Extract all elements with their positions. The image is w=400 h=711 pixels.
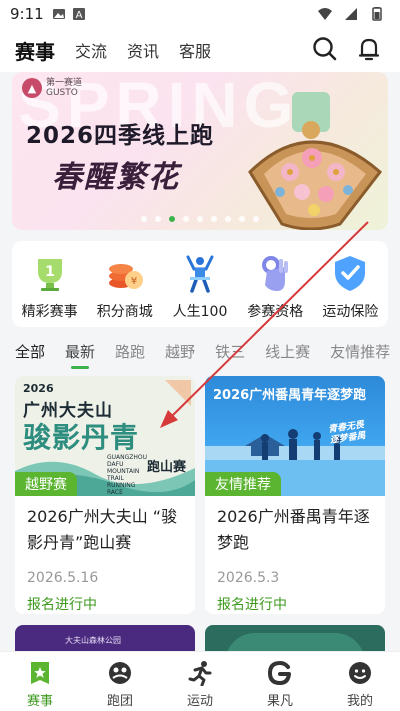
event-status: 报名进行中 <box>27 597 97 613</box>
event-status: 报名进行中 <box>217 597 287 613</box>
guofan-g-icon <box>268 661 291 685</box>
quick-menu: 1 精彩赛事 ¥ 积分商城 人生100 参赛资格 运动保险 <box>12 241 388 327</box>
status-bar: 9:11 A <box>0 0 400 28</box>
nav-item-events[interactable]: 赛事 <box>0 652 80 711</box>
category-tab-recommended[interactable]: 友情推荐 <box>330 341 390 362</box>
category-tab-online[interactable]: 线上赛 <box>265 341 310 362</box>
banner-dot[interactable] <box>225 216 231 222</box>
category-tabs: 全部 最新 路跑 越野 铁三 线上赛 友情推荐 <box>0 333 400 369</box>
banner-dot[interactable] <box>141 216 147 222</box>
nav-label: 跑团 <box>106 694 133 709</box>
banner-dot[interactable] <box>211 216 217 222</box>
quick-item-sports-insurance[interactable]: 运动保险 <box>313 241 388 327</box>
quick-label: 人生100 <box>172 304 228 320</box>
status-time: 9:11 <box>10 5 44 23</box>
runner-figure-icon <box>186 255 214 293</box>
logo-cn: 第一赛道 <box>46 78 83 88</box>
poster-slogan: 骏影丹青 <box>23 421 140 454</box>
signal-icon <box>345 8 357 20</box>
a-notification-icon: A <box>72 8 85 21</box>
svg-text:A: A <box>75 10 82 21</box>
banner-pagination <box>12 216 388 222</box>
svg-text:1: 1 <box>45 264 55 280</box>
event-badge-icon <box>31 662 49 684</box>
nav-label: 赛事 <box>26 694 53 709</box>
category-tab-all[interactable]: 全部 <box>15 341 45 362</box>
wifi-icon <box>318 8 332 20</box>
quick-label: 参赛资格 <box>247 304 304 320</box>
event-tag: 友情推荐 <box>205 472 281 496</box>
quick-item-points-mall[interactable]: ¥ 积分商城 <box>87 241 162 327</box>
banner-title: 2026四季线上跑 <box>26 123 215 149</box>
banner-logo: ▲ 第一赛道 GUSTO <box>22 78 82 98</box>
event-date: 2026.5.3 <box>217 570 280 586</box>
poster-heading: 2026广州番禺青年逐梦跑 <box>213 388 367 403</box>
poster-year: 2026 <box>23 382 54 395</box>
nav-item-guofan[interactable]: 果凡 <box>240 652 320 711</box>
profile-icon <box>349 662 371 684</box>
svg-text:¥: ¥ <box>131 276 137 287</box>
bell-icon[interactable] <box>356 36 382 62</box>
nav-item-sports[interactable]: 运动 <box>160 652 240 711</box>
nav-item-teams[interactable]: 跑团 <box>80 652 160 711</box>
event-title: 2026广州番禺青年逐梦跑 <box>217 507 370 552</box>
trophy-icon: 1 <box>37 259 62 291</box>
medal-image <box>248 92 383 230</box>
banner-dot[interactable] <box>239 216 245 222</box>
poster-label: 大夫山森林公园 <box>65 636 121 645</box>
quick-label: 积分商城 <box>96 304 153 320</box>
quick-label: 精彩赛事 <box>21 304 78 320</box>
quick-item-featured-events[interactable]: 1 精彩赛事 <box>12 241 87 327</box>
nav-item-profile[interactable]: 我的 <box>320 652 400 711</box>
event-poster: 2026 广州大夫山 骏影丹青 GUANGZHOU DAFU MOUNTAIN … <box>15 376 195 496</box>
event-title: 2026广州大夫山 “骏影丹青”跑山赛 <box>27 507 178 552</box>
tab-events[interactable]: 赛事 <box>15 36 55 65</box>
image-notification-icon <box>52 9 65 19</box>
tab-news[interactable]: 资讯 <box>127 38 159 62</box>
top-header: 赛事 交流 资讯 客服 <box>0 28 400 72</box>
banner-dot[interactable] <box>197 216 203 222</box>
event-card[interactable]: 2026 广州大夫山 骏影丹青 GUANGZHOU DAFU MOUNTAIN … <box>15 376 195 614</box>
bottom-navigation: 赛事 跑团 运动 果凡 我的 <box>0 651 400 711</box>
banner-subtitle: 春醒繁花 <box>52 160 180 195</box>
category-tab-trail[interactable]: 越野 <box>165 341 195 362</box>
team-icon <box>109 662 131 684</box>
event-tag: 越野赛 <box>15 472 77 496</box>
quick-item-entry-qualification[interactable]: 参赛资格 <box>238 241 313 327</box>
category-tab-triathlon[interactable]: 铁三 <box>215 341 245 362</box>
category-tab-road[interactable]: 路跑 <box>115 341 145 362</box>
running-icon <box>188 661 212 686</box>
category-tab-latest[interactable]: 最新 <box>65 341 95 369</box>
shield-check-icon <box>335 256 366 291</box>
ok-hand-icon <box>262 256 289 291</box>
tab-service[interactable]: 客服 <box>179 38 211 62</box>
quick-label: 运动保险 <box>322 304 379 320</box>
nav-label: 运动 <box>186 694 213 709</box>
coins-icon: ¥ <box>108 264 143 289</box>
banner-dot[interactable] <box>253 216 259 222</box>
poster-english: GUANGZHOU DAFU MOUNTAIN TRAIL RUNNING RA… <box>107 454 148 496</box>
gusto-logo-icon: ▲ <box>22 78 42 98</box>
event-card[interactable]: 2026广州番禺青年逐梦跑 青春无畏 逐梦番禺 友情推荐 2026广州番禺青年逐… <box>205 376 385 614</box>
banner-dot[interactable] <box>155 216 161 222</box>
nav-label: 我的 <box>346 694 373 709</box>
event-date: 2026.5.16 <box>27 570 99 586</box>
poster-type: 跑山赛 <box>147 460 187 475</box>
event-poster: 2026广州番禺青年逐梦跑 青春无畏 逐梦番禺 友情推荐 <box>205 376 385 496</box>
search-icon[interactable] <box>312 36 338 62</box>
banner-dot[interactable] <box>183 216 189 222</box>
nav-label: 果凡 <box>266 694 293 709</box>
logo-en: GUSTO <box>46 88 78 98</box>
banner-dot-active[interactable] <box>169 216 175 222</box>
quick-item-life-100[interactable]: 人生100 <box>162 241 237 327</box>
battery-icon <box>372 7 382 21</box>
promo-banner[interactable]: SPRING ▲ 第一赛道 GUSTO 2026四季线上跑 春醒繁花 <box>12 72 388 230</box>
tab-community[interactable]: 交流 <box>75 38 107 62</box>
